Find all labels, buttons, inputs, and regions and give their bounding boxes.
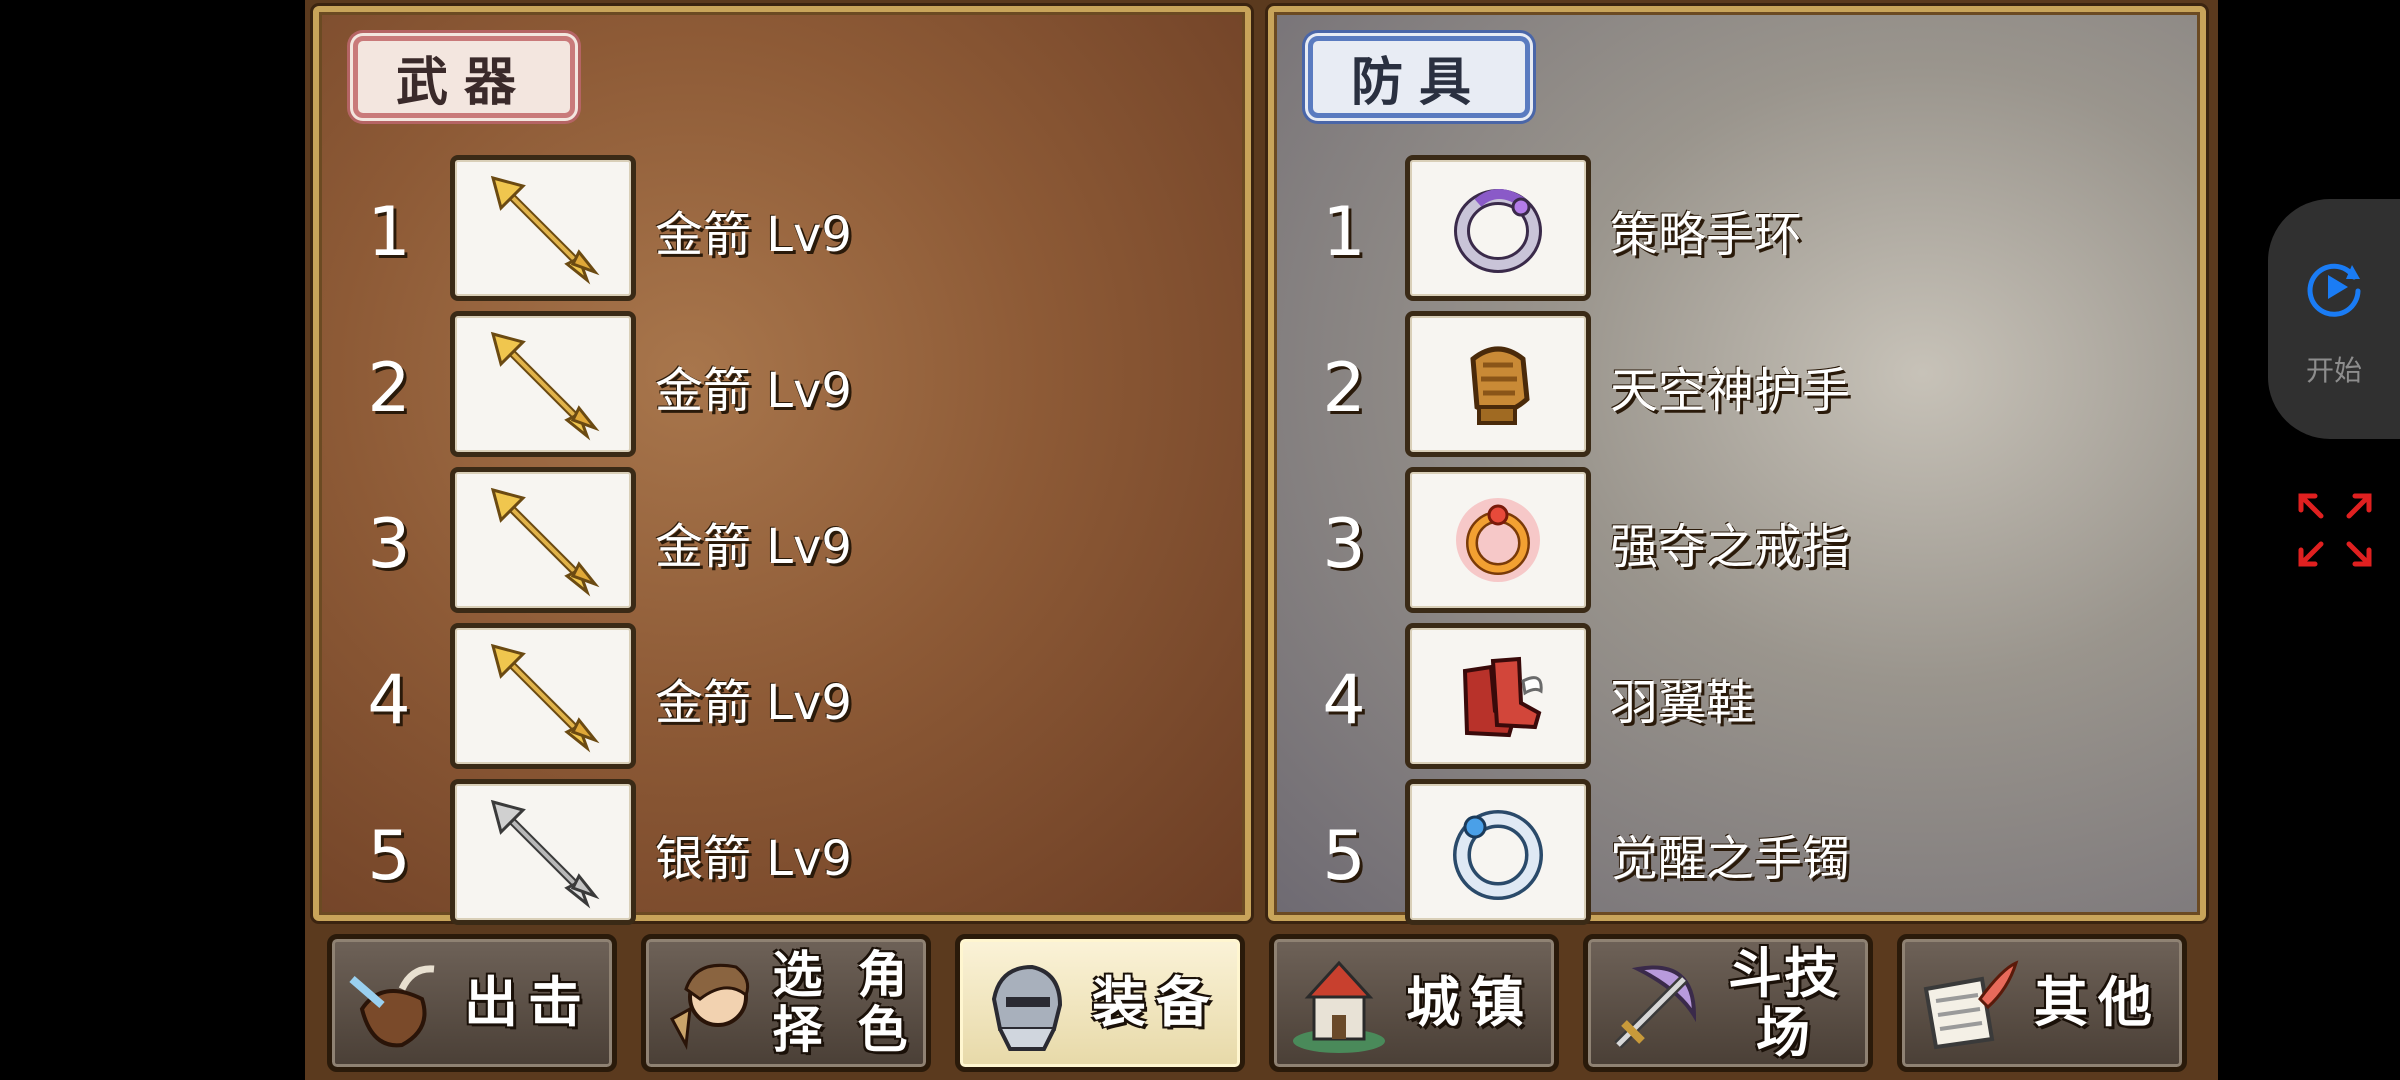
play-circle-icon[interactable] <box>2302 255 2366 319</box>
weapon-slot[interactable] <box>450 623 636 769</box>
weapon-slot-row[interactable]: 5 银箭 Lv9 <box>319 779 1245 927</box>
helmet-armor-icon <box>991 964 1063 1051</box>
weapon-slot[interactable] <box>450 311 636 457</box>
select-character-button[interactable]: 选择 角色 <box>641 934 931 1072</box>
slot-number: 5 <box>1322 817 1366 896</box>
armor-name: 强夺之戒指 <box>1610 519 1851 575</box>
armor-slot[interactable] <box>1405 155 1591 301</box>
sortie-label: 出击 <box>464 971 592 1035</box>
town-button[interactable]: 城镇 <box>1269 934 1559 1072</box>
armor-name: 羽翼鞋 <box>1610 675 1755 731</box>
bottom-nav: 出击 选择 角色 装备 城镇 斗技场 其他 <box>305 926 2218 1080</box>
armor-panel: 防具 1 策略手环 2 天空神护手 3 强夺之戒指 4 羽翼鞋 5 觉醒之手镯 <box>1268 6 2206 925</box>
slot-number: 4 <box>1322 661 1366 740</box>
armor-slot-row[interactable]: 4 羽翼鞋 <box>1274 623 2200 771</box>
weapon-name: 金箭 Lv9 <box>655 519 852 575</box>
slot-number: 1 <box>1322 193 1366 272</box>
arena-label: 斗技场 <box>1728 941 1840 1064</box>
slot-number: 2 <box>1322 349 1366 428</box>
weapon-slot[interactable] <box>450 779 636 925</box>
weapon-name: 金箭 Lv9 <box>655 675 852 731</box>
weapon-name: 银箭 Lv9 <box>655 831 852 887</box>
armor-slot-row[interactable]: 1 策略手环 <box>1274 155 2200 303</box>
other-button[interactable]: 其他 <box>1897 934 2187 1072</box>
select-character-label-line1: 选择 <box>772 946 829 1059</box>
armor-name: 天空神护手 <box>1610 363 1851 419</box>
weapon-slot[interactable] <box>450 467 636 613</box>
armor-slot-row[interactable]: 3 强夺之戒指 <box>1274 467 2200 615</box>
equipment-label: 装备 <box>1092 971 1220 1035</box>
other-label: 其他 <box>2034 971 2162 1035</box>
town-label: 城镇 <box>1406 971 1534 1035</box>
armor-section-title: 防具 <box>1308 36 1530 118</box>
floating-start-panel[interactable]: 开始 <box>2268 199 2400 439</box>
armor-slot[interactable] <box>1405 623 1591 769</box>
weapon-slot-row[interactable]: 4 金箭 Lv9 <box>319 623 1245 771</box>
slot-number: 4 <box>367 661 411 740</box>
character-portrait-icon <box>669 963 750 1050</box>
slot-number: 3 <box>367 505 411 584</box>
weapon-slot-row[interactable]: 2 金箭 Lv9 <box>319 311 1245 459</box>
slot-number: 2 <box>367 349 411 428</box>
golden-arrow-icon <box>490 331 600 441</box>
golden-arrow-icon <box>490 487 600 597</box>
sword-arena-icon <box>1614 965 1697 1049</box>
armor-slot[interactable] <box>1405 467 1591 613</box>
select-character-label: 选择 角色 <box>758 939 928 1067</box>
slot-number: 1 <box>367 193 411 272</box>
weapon-slot[interactable] <box>450 155 636 301</box>
game-screen: 武器 1 金箭 Lv9 2 金箭 Lv9 3 金箭 Lv9 4 金箭 Lv9 5… <box>305 0 2218 1080</box>
weapon-section-title: 武器 <box>353 36 575 118</box>
weapon-name: 金箭 Lv9 <box>655 363 852 419</box>
armor-slot-row[interactable]: 2 天空神护手 <box>1274 311 2200 459</box>
weapon-name: 金箭 Lv9 <box>655 207 852 263</box>
sortie-button[interactable]: 出击 <box>327 934 617 1072</box>
slot-number: 3 <box>1322 505 1366 584</box>
golden-arrow-icon <box>490 643 600 753</box>
weapon-slot-row[interactable]: 3 金箭 Lv9 <box>319 467 1245 615</box>
armor-name: 觉醒之手镯 <box>1610 831 1851 887</box>
select-character-label-line2: 角色 <box>857 946 914 1059</box>
castle-town-icon <box>1293 960 1385 1053</box>
fullscreen-icon[interactable] <box>2295 490 2375 570</box>
golden-arrow-icon <box>490 175 600 285</box>
scroll-quill-icon <box>1923 960 2019 1050</box>
armor-slot-row[interactable]: 5 觉醒之手镯 <box>1274 779 2200 927</box>
horn-bag-icon <box>349 965 435 1048</box>
winged-boots-icon <box>1462 656 1543 738</box>
armor-name: 策略手环 <box>1610 207 1803 263</box>
slot-number: 5 <box>367 817 411 896</box>
armor-slot[interactable] <box>1405 779 1591 925</box>
awakening-bangle-icon <box>1453 810 1543 900</box>
strategy-bracelet-icon <box>1454 189 1542 273</box>
sky-god-gauntlet-icon <box>1470 346 1530 425</box>
weapon-slot-row[interactable]: 1 金箭 Lv9 <box>319 155 1245 303</box>
weapon-panel: 武器 1 金箭 Lv9 2 金箭 Lv9 3 金箭 Lv9 4 金箭 Lv9 5… <box>313 6 1251 925</box>
equipment-button[interactable]: 装备 <box>955 934 1245 1072</box>
start-label: 开始 <box>2305 355 2362 386</box>
silver-arrow-icon <box>490 799 600 909</box>
armor-slot[interactable] <box>1405 311 1591 457</box>
arena-button[interactable]: 斗技场 <box>1583 934 1873 1072</box>
plunder-ring-icon <box>1456 498 1540 582</box>
